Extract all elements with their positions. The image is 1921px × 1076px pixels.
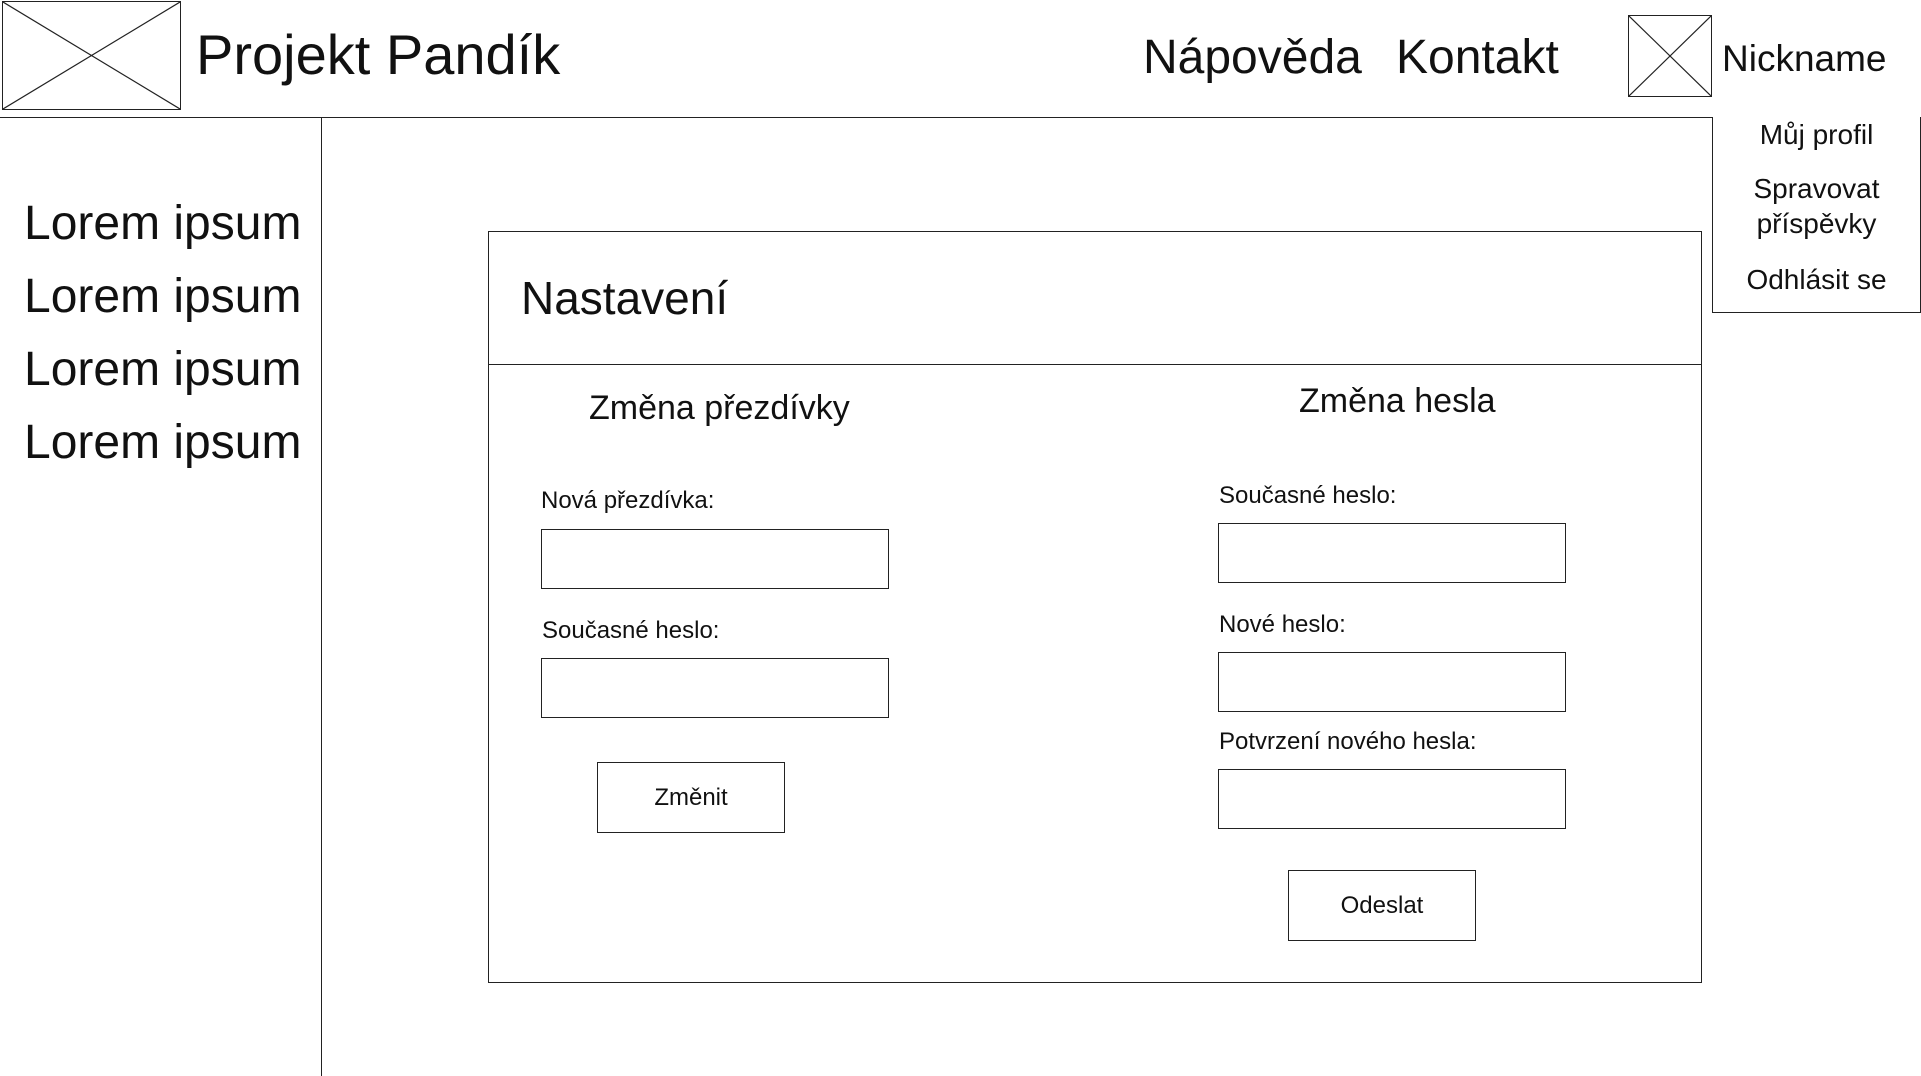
settings-panel: Nastavení Změna přezdívky Nová přezdívka… — [488, 231, 1702, 983]
nickname-change-title: Změna přezdívky — [589, 389, 850, 427]
password-change-title: Změna hesla — [1299, 382, 1496, 420]
nickname-current-password-label: Současné heslo: — [542, 617, 720, 644]
sidebar-divider — [321, 117, 322, 1076]
confirm-password-field[interactable] — [1218, 769, 1566, 829]
page-title: Nastavení — [521, 272, 729, 324]
new-password-label: Nové heslo: — [1219, 611, 1346, 638]
user-menu: Můj profil Spravovat příspěvky Odhlásit … — [1712, 117, 1921, 313]
nickname-current-password-field[interactable] — [541, 658, 889, 718]
sidebar-item[interactable]: Lorem ipsum — [24, 413, 301, 473]
change-nickname-button[interactable]: Změnit — [597, 762, 785, 833]
submit-password-button[interactable]: Odeslat — [1288, 870, 1476, 941]
new-nickname-field[interactable] — [541, 529, 889, 589]
image-placeholder-icon — [1629, 16, 1711, 96]
current-password-field[interactable] — [1218, 523, 1566, 583]
site-title[interactable]: Projekt Pandík — [196, 20, 560, 90]
confirm-password-label: Potvrzení nového hesla: — [1219, 728, 1477, 755]
new-nickname-label: Nová přezdívka: — [541, 487, 715, 514]
menu-item-manage-posts[interactable]: Spravovat příspěvky — [1713, 171, 1920, 241]
avatar[interactable] — [1628, 15, 1712, 97]
image-placeholder-icon — [3, 2, 180, 109]
new-password-field[interactable] — [1218, 652, 1566, 712]
menu-item-logout[interactable]: Odhlásit se — [1713, 262, 1920, 297]
sidebar-item[interactable]: Lorem ipsum — [24, 267, 301, 327]
logo-image-placeholder — [2, 1, 181, 110]
menu-item-my-profile[interactable]: Můj profil — [1713, 117, 1920, 152]
nav-link-contact[interactable]: Kontakt — [1396, 28, 1559, 88]
panel-divider — [489, 364, 1701, 365]
sidebar-item[interactable]: Lorem ipsum — [24, 194, 301, 254]
sidebar-item[interactable]: Lorem ipsum — [24, 340, 301, 400]
nav-link-help[interactable]: Nápověda — [1143, 28, 1362, 88]
current-password-label: Současné heslo: — [1219, 482, 1397, 509]
header-divider — [0, 117, 1921, 118]
user-nickname[interactable]: Nickname — [1722, 36, 1887, 82]
